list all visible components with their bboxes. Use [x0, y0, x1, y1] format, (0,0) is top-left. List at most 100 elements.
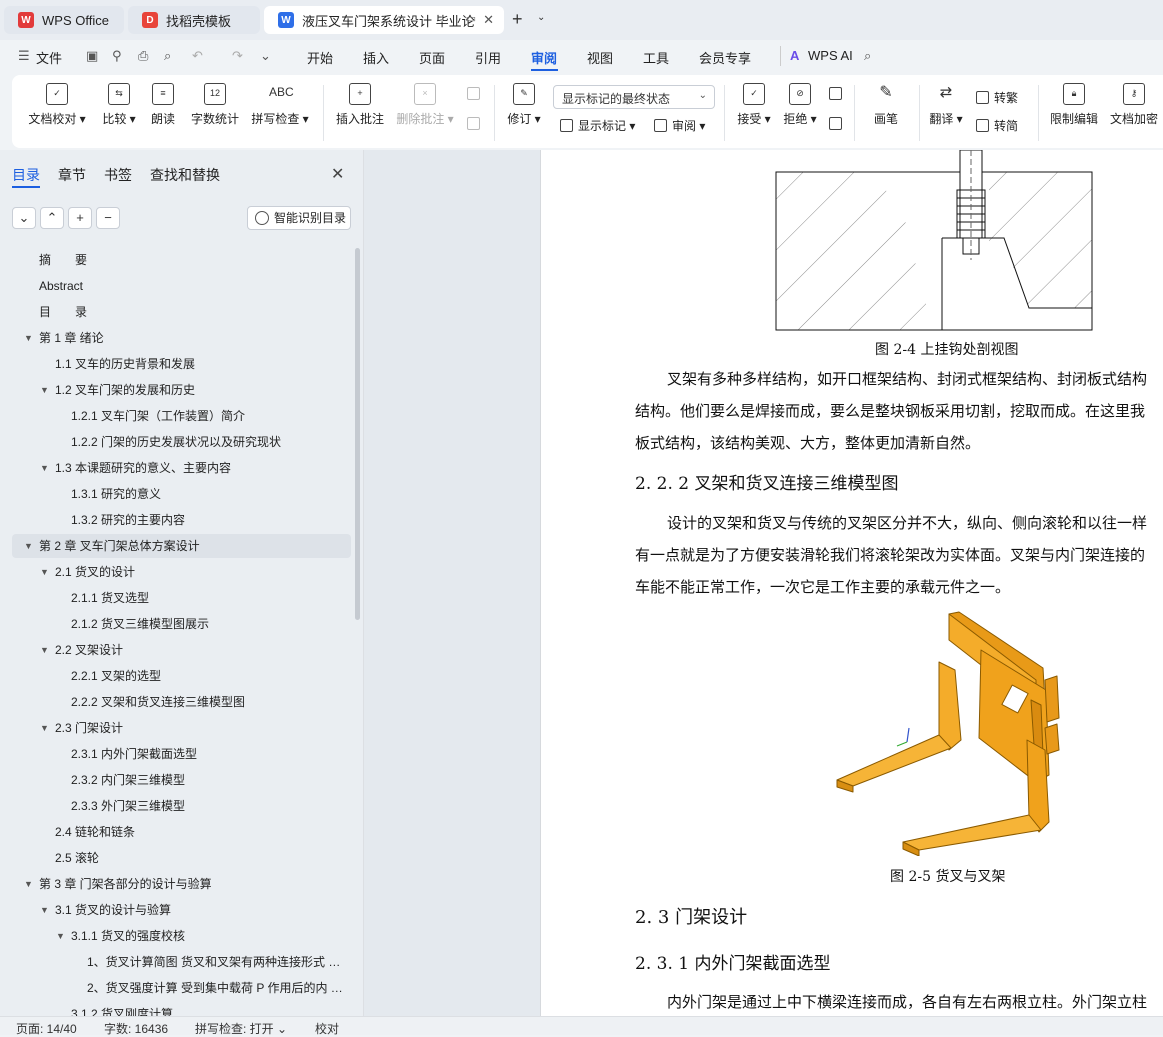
toc-item[interactable]: ▼ 1.3 本课题研究的意义、主要内容 [40, 456, 346, 480]
toc-item[interactable]: Abstract [39, 274, 346, 298]
compare-button[interactable]: ⇆ 比较 ▾ [96, 83, 142, 127]
expand-up-button[interactable]: ⌃ [40, 207, 64, 229]
to-simplified-button[interactable]: 转简 [976, 117, 1018, 134]
expand-caret-icon[interactable]: ▼ [40, 898, 49, 922]
menu-membership[interactable]: 会员专享 [699, 48, 751, 67]
menu-file[interactable]: 文件 [36, 48, 62, 67]
save-icon[interactable]: ▣ [86, 48, 98, 64]
panel-tab-find-replace[interactable]: 查找和替换 [150, 165, 220, 185]
toc-scrollbar[interactable] [355, 248, 360, 620]
toc-item[interactable]: ▼ 2.1 货叉的设计 [40, 560, 346, 584]
remove-heading-button[interactable]: − [96, 207, 120, 229]
menu-page[interactable]: 页面 [419, 48, 445, 67]
menu-insert[interactable]: 插入 [363, 48, 389, 67]
review-pane-button[interactable]: 审阅 ▾ [654, 117, 705, 134]
menu-wps-ai[interactable]: WPS AI [808, 48, 853, 63]
tab-docer[interactable]: D 找稻壳模板 [128, 6, 260, 34]
new-tab-icon[interactable]: + [512, 9, 523, 30]
collapse-all-button[interactable]: ⌄ [12, 207, 36, 229]
toc-item[interactable]: 1.1 叉车的历史背景和发展 [55, 352, 346, 376]
proofread-indicator[interactable]: 校对 [315, 1020, 339, 1037]
tab-wps-office[interactable]: W WPS Office [4, 6, 124, 34]
document-page[interactable]: 图 2-4 上挂钩处剖视图 叉架有多种多样结构，如开口框架结构、封闭式框架结构、… [540, 150, 1163, 1016]
ink-button[interactable]: ✎ 画笔 [870, 83, 902, 127]
menu-review[interactable]: 审阅 [531, 48, 557, 67]
print-icon[interactable]: ⎙ [138, 48, 148, 64]
menu-view[interactable]: 视图 [587, 48, 613, 67]
toc-item[interactable]: 2.4 链轮和链条 [55, 820, 346, 844]
panel-tab-sections[interactable]: 章节 [58, 165, 86, 185]
tab-document[interactable]: W 液压叉车门架系统设计 毕业论 ▭ ✕ [264, 6, 504, 34]
next-change-icon[interactable] [829, 117, 847, 130]
add-heading-button[interactable]: + [68, 207, 92, 229]
undo-icon[interactable]: ↶ [192, 48, 203, 64]
toc-item[interactable]: 1.3.2 研究的主要内容 [71, 508, 346, 532]
accept-button[interactable]: ✓ 接受 ▾ [734, 83, 774, 127]
prev-comment-icon[interactable] [467, 87, 485, 100]
menu-references[interactable]: 引用 [475, 48, 501, 67]
search-icon[interactable]: ⌕ [864, 48, 871, 64]
print-preview-icon[interactable]: ⌕ [164, 48, 171, 64]
restrict-edit-button[interactable]: 🔒︎ 限制编辑 [1048, 83, 1100, 127]
expand-caret-icon[interactable]: ▼ [24, 872, 33, 896]
toc-item[interactable]: 2、货叉强度计算 受到集中载荷 P 作用后的内 … [87, 976, 346, 1000]
prev-change-icon[interactable] [829, 87, 847, 100]
panel-tab-bookmarks[interactable]: 书签 [104, 165, 132, 185]
page-indicator[interactable]: 页面: 14/40 [16, 1020, 77, 1037]
to-traditional-button[interactable]: 转繁 [976, 89, 1018, 106]
next-comment-icon[interactable] [467, 117, 485, 130]
toc-item[interactable]: 1.3.1 研究的意义 [71, 482, 346, 506]
insert-comment-button[interactable]: + 插入批注 [334, 83, 386, 127]
toc-item[interactable]: ▼ 第 3 章 门架各部分的设计与验算 [24, 872, 346, 896]
toc-item[interactable]: ▼ 1.2 叉车门架的发展和历史 [40, 378, 346, 402]
expand-caret-icon[interactable]: ▼ [56, 924, 65, 948]
toc-item[interactable]: 2.3.3 外门架三维模型 [71, 794, 346, 818]
expand-caret-icon[interactable]: ▼ [40, 638, 49, 662]
show-markup-button[interactable]: 显示标记 ▾ [560, 117, 635, 134]
toc-item[interactable]: ▼ 2.3 门架设计 [40, 716, 346, 740]
word-count-indicator[interactable]: 字数: 16436 [104, 1020, 168, 1037]
toc-item[interactable]: 1.2.1 叉车门架（工作装置）简介 [71, 404, 346, 428]
menu-tools[interactable]: 工具 [643, 48, 669, 67]
share-icon[interactable]: ⚲ [112, 48, 122, 64]
doc-encrypt-button[interactable]: ⚷ 文档加密 [1108, 83, 1160, 127]
doc-check-button[interactable]: ✓ 文档校对 ▾ [28, 83, 86, 127]
word-count-button[interactable]: 12 字数统计 [190, 83, 240, 127]
expand-caret-icon[interactable]: ▼ [40, 560, 49, 584]
toc-item[interactable]: ▼ 3.1 货叉的设计与验算 [40, 898, 346, 922]
toc-item[interactable]: ▼ 第 2 章 叉车门架总体方案设计 [24, 534, 346, 558]
translate-button[interactable]: ⇄ 翻译 ▾ [926, 83, 966, 127]
toc-item[interactable]: 摘 要 [39, 248, 346, 272]
menu-home[interactable]: 开始 [307, 48, 333, 67]
toc-item[interactable]: 2.1.2 货叉三维模型图展示 [71, 612, 346, 636]
toc-item[interactable]: 3.1.2 货叉刚度计算 [71, 1002, 346, 1017]
toc-item[interactable]: 2.2.2 叉架和货叉连接三维模型图 [71, 690, 346, 714]
toc-item[interactable]: ▼ 第 1 章 绪论 [24, 326, 346, 350]
toc-item[interactable]: 2.3.2 内门架三维模型 [71, 768, 346, 792]
toc-item[interactable]: 2.5 滚轮 [55, 846, 346, 870]
expand-caret-icon[interactable]: ▼ [40, 716, 49, 740]
toc-item[interactable]: 1.2.2 门架的历史发展状况以及研究现状 [71, 430, 346, 454]
toc-item[interactable]: 1、货叉计算简图 货叉和叉架有两种连接形式 … [87, 950, 346, 974]
chevron-down-icon[interactable]: ⌄ [537, 12, 545, 23]
toc-item[interactable]: 2.1.1 货叉选型 [71, 586, 346, 610]
redo-icon[interactable]: ↷ [232, 48, 243, 64]
toc-item[interactable]: ▼ 2.2 叉架设计 [40, 638, 346, 662]
monitor-icon[interactable]: ▭ [466, 12, 476, 25]
expand-caret-icon[interactable]: ▼ [24, 534, 33, 558]
toc-item[interactable]: 目 录 [39, 300, 346, 324]
toc-item[interactable]: 2.3.1 内外门架截面选型 [71, 742, 346, 766]
reject-button[interactable]: ⊘ 拒绝 ▾ [780, 83, 820, 127]
delete-comment-button[interactable]: × 删除批注 ▾ [395, 83, 455, 127]
hamburger-icon[interactable]: ☰ [18, 48, 30, 64]
toc-item[interactable]: ▼ 3.1.1 货叉的强度校核 [56, 924, 346, 948]
spell-check-toggle[interactable]: 拼写检查: 打开 ⌄ [195, 1020, 287, 1037]
close-icon[interactable]: ✕ [331, 164, 344, 184]
toc-item[interactable]: 2.2.1 叉架的选型 [71, 664, 346, 688]
spell-check-button[interactable]: ABC 拼写检查 ▾ [250, 83, 310, 127]
more-chevron-icon[interactable]: ⌄ [260, 48, 271, 64]
read-aloud-button[interactable]: ≡ 朗读 [148, 83, 178, 127]
expand-caret-icon[interactable]: ▼ [24, 326, 33, 350]
panel-tab-toc[interactable]: 目录 [12, 165, 40, 185]
revise-button[interactable]: ✎ 修订 ▾ [504, 83, 544, 127]
